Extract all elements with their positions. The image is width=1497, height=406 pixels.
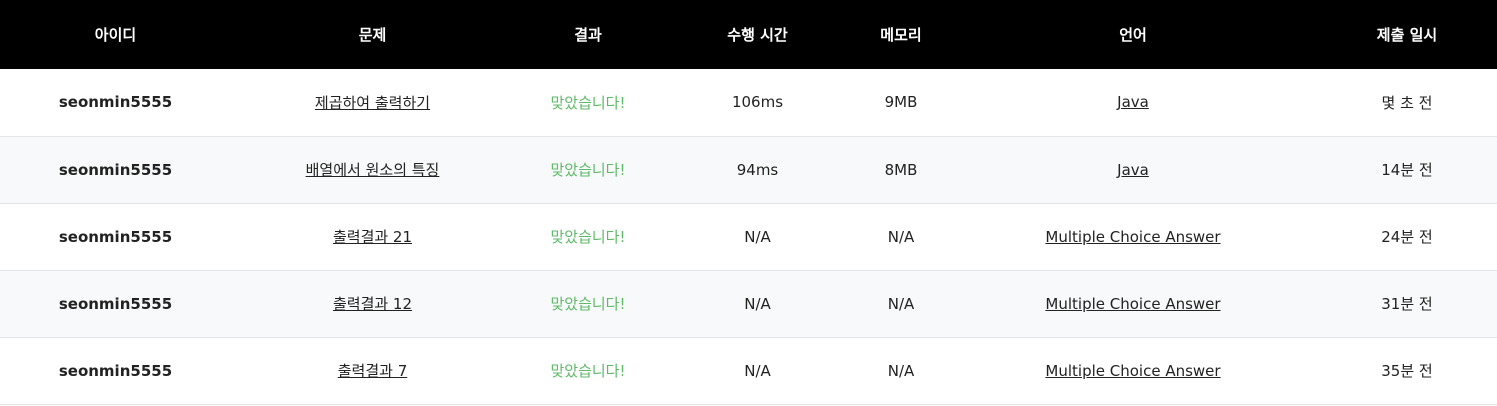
user-id-cell: seonmin5555 (58, 93, 173, 112)
language-cell: Multiple Choice Answer (949, 270, 1317, 337)
result-cell: 맞았습니다! (550, 161, 626, 179)
time-cell: 94ms (736, 160, 779, 179)
problem-link[interactable]: 출력결과 12 (333, 295, 412, 313)
user-id-cell: seonmin5555 (58, 361, 173, 380)
language-link[interactable]: Java (1117, 161, 1149, 179)
problem-link[interactable]: 배열에서 원소의 특징 (306, 161, 440, 179)
header-submitted-at: 제출 일시 (1376, 26, 1438, 44)
memory-cell: 8MB (884, 160, 918, 179)
memory-cell: N/A (887, 294, 915, 313)
submitted-at-cell: 몇 초 전 (1381, 93, 1433, 112)
submission-table: 아이디 문제 결과 수행 시간 메모리 언어 제출 일시 seonmin5555… (0, 0, 1497, 405)
language-link[interactable]: Multiple Choice Answer (1045, 228, 1220, 246)
header-time: 수행 시간 (727, 26, 788, 44)
header-result: 결과 (574, 26, 602, 44)
language-cell: Multiple Choice Answer (949, 203, 1317, 270)
memory-cell: 9MB (884, 93, 918, 112)
header-language: 언어 (1119, 26, 1147, 44)
problem-cell: 출력결과 21 (231, 203, 514, 270)
time-cell: N/A (744, 227, 771, 246)
result-cell: 맞았습니다! (550, 362, 626, 380)
problem-link[interactable]: 출력결과 21 (333, 228, 412, 246)
header-problem: 문제 (358, 26, 387, 44)
header-user-id: 아이디 (94, 26, 137, 44)
table-row: seonmin5555 제곱하여 출력하기 맞았습니다! 106ms 9MB J… (0, 69, 1497, 136)
user-id-cell: seonmin5555 (58, 294, 173, 313)
table-row: seonmin5555 출력결과 7 맞았습니다! N/A N/A Multip… (0, 337, 1497, 404)
result-cell: 맞았습니다! (550, 295, 626, 313)
problem-cell: 출력결과 12 (231, 270, 514, 337)
problem-link[interactable]: 제곱하여 출력하기 (315, 94, 430, 112)
submitted-at-cell: 35분 전 (1381, 362, 1433, 380)
table-row: seonmin5555 출력결과 21 맞았습니다! N/A N/A Multi… (0, 203, 1497, 270)
language-link[interactable]: Multiple Choice Answer (1045, 362, 1220, 380)
table-header: 아이디 문제 결과 수행 시간 메모리 언어 제출 일시 (0, 0, 1497, 69)
memory-cell: N/A (887, 227, 915, 246)
table-row: seonmin5555 배열에서 원소의 특징 맞았습니다! 94ms 8MB … (0, 136, 1497, 203)
submitted-at-cell: 31분 전 (1381, 295, 1433, 313)
time-cell: N/A (744, 361, 771, 380)
problem-link[interactable]: 출력결과 7 (338, 362, 408, 380)
table-row: seonmin5555 출력결과 12 맞았습니다! N/A N/A Multi… (0, 270, 1497, 337)
problem-cell: 출력결과 7 (231, 337, 514, 404)
header-row: 아이디 문제 결과 수행 시간 메모리 언어 제출 일시 (0, 0, 1497, 69)
time-cell: 106ms (731, 93, 784, 112)
language-link[interactable]: Java (1117, 93, 1149, 111)
memory-cell: N/A (887, 361, 915, 380)
problem-cell: 배열에서 원소의 특징 (231, 136, 514, 203)
problem-cell: 제곱하여 출력하기 (231, 69, 514, 136)
table-body: seonmin5555 제곱하여 출력하기 맞았습니다! 106ms 9MB J… (0, 69, 1497, 404)
time-cell: N/A (744, 294, 771, 313)
language-link[interactable]: Multiple Choice Answer (1045, 295, 1220, 313)
language-cell: Multiple Choice Answer (949, 337, 1317, 404)
submitted-at-cell: 14분 전 (1381, 161, 1433, 179)
result-cell: 맞았습니다! (550, 93, 626, 112)
submitted-at-cell: 24분 전 (1381, 228, 1433, 246)
language-cell: Java (949, 136, 1317, 203)
result-cell: 맞았습니다! (550, 228, 626, 246)
user-id-cell: seonmin5555 (58, 160, 173, 179)
header-memory: 메모리 (880, 26, 922, 44)
user-id-cell: seonmin5555 (58, 227, 173, 246)
language-cell: Java (949, 69, 1317, 136)
